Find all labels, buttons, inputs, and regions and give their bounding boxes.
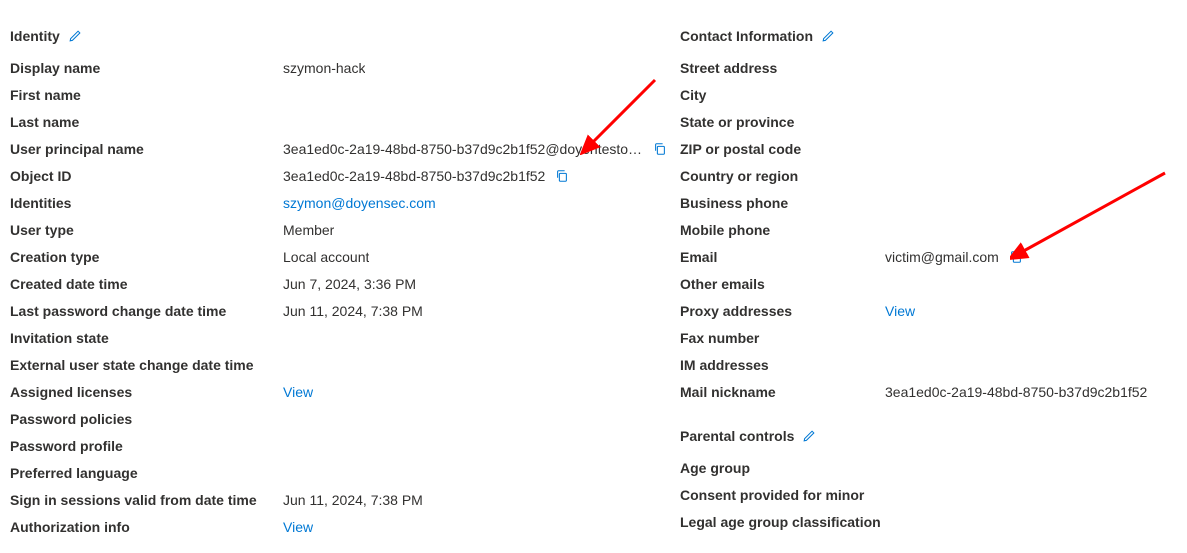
business-phone-row: Business phone bbox=[680, 192, 1180, 219]
contact-header-text: Contact Information bbox=[680, 28, 813, 44]
field-label: Country or region bbox=[680, 168, 885, 184]
field-label: Preferred language bbox=[10, 465, 283, 481]
pencil-icon[interactable] bbox=[68, 29, 82, 43]
zip-row: ZIP or postal code bbox=[680, 138, 1180, 165]
field-value: Jun 7, 2024, 3:36 PM bbox=[283, 276, 416, 292]
field-label: Legal age group classification bbox=[680, 514, 885, 530]
legal-age-group-row: Legal age group classification bbox=[680, 511, 1180, 538]
copy-icon[interactable] bbox=[1009, 250, 1023, 264]
field-label: User type bbox=[10, 222, 283, 238]
field-label: State or province bbox=[680, 114, 885, 130]
age-group-row: Age group bbox=[680, 457, 1180, 484]
field-label: ZIP or postal code bbox=[680, 141, 885, 157]
field-label: Assigned licenses bbox=[10, 384, 283, 400]
view-link[interactable]: View bbox=[885, 303, 915, 319]
field-label: Fax number bbox=[680, 330, 885, 346]
field-label: Consent provided for minor bbox=[680, 487, 885, 503]
field-label: Sign in sessions valid from date time bbox=[10, 492, 283, 508]
field-value: Member bbox=[283, 222, 334, 238]
authorization-info-row: Authorization info View bbox=[10, 516, 680, 543]
preferred-language-row: Preferred language bbox=[10, 462, 680, 489]
view-link[interactable]: View bbox=[283, 519, 313, 535]
field-label: IM addresses bbox=[680, 357, 885, 373]
fax-number-row: Fax number bbox=[680, 327, 1180, 354]
field-label: Password policies bbox=[10, 411, 283, 427]
field-value: Jun 11, 2024, 7:38 PM bbox=[283, 303, 423, 319]
field-value: Local account bbox=[283, 249, 369, 265]
field-label: User principal name bbox=[10, 141, 283, 157]
state-row: State or province bbox=[680, 111, 1180, 138]
mobile-phone-row: Mobile phone bbox=[680, 219, 1180, 246]
external-user-state-row: External user state change date time bbox=[10, 354, 680, 381]
field-value: Jun 11, 2024, 7:38 PM bbox=[283, 492, 423, 508]
created-date-row: Created date time Jun 7, 2024, 3:36 PM bbox=[10, 273, 680, 300]
mail-nickname-row: Mail nickname 3ea1ed0c-2a19-48bd-8750-b3… bbox=[680, 381, 1180, 408]
identity-section-header: Identity bbox=[10, 28, 680, 44]
field-label: Age group bbox=[680, 460, 885, 476]
field-value: victim@gmail.com bbox=[885, 249, 999, 265]
parental-section-header: Parental controls bbox=[680, 428, 1180, 444]
password-policies-row: Password policies bbox=[10, 408, 680, 435]
identities-row: Identities szymon@doyensec.com bbox=[10, 192, 680, 219]
field-label: Identities bbox=[10, 195, 283, 211]
field-label: Business phone bbox=[680, 195, 885, 211]
field-value: 3ea1ed0c-2a19-48bd-8750-b37d9c2b1f52 bbox=[283, 168, 545, 184]
field-label: Other emails bbox=[680, 276, 885, 292]
object-id-row: Object ID 3ea1ed0c-2a19-48bd-8750-b37d9c… bbox=[10, 165, 680, 192]
creation-type-row: Creation type Local account bbox=[10, 246, 680, 273]
assigned-licenses-row: Assigned licenses View bbox=[10, 381, 680, 408]
field-value: 3ea1ed0c-2a19-48bd-8750-b37d9c2b1f52@doy… bbox=[283, 141, 643, 157]
identity-header-text: Identity bbox=[10, 28, 60, 44]
last-password-change-row: Last password change date time Jun 11, 2… bbox=[10, 300, 680, 327]
field-value: szymon-hack bbox=[283, 60, 365, 76]
contact-section-header: Contact Information bbox=[680, 28, 1180, 44]
field-label: External user state change date time bbox=[10, 357, 283, 373]
field-label: Last name bbox=[10, 114, 283, 130]
email-row: Email victim@gmail.com bbox=[680, 246, 1180, 273]
user-type-row: User type Member bbox=[10, 219, 680, 246]
field-label: Password profile bbox=[10, 438, 283, 454]
field-label: Object ID bbox=[10, 168, 283, 184]
user-principal-name-row: User principal name 3ea1ed0c-2a19-48bd-8… bbox=[10, 138, 680, 165]
consent-minor-row: Consent provided for minor bbox=[680, 484, 1180, 511]
field-label: Last password change date time bbox=[10, 303, 283, 319]
field-label: Invitation state bbox=[10, 330, 283, 346]
last-name-row: Last name bbox=[10, 111, 680, 138]
field-label: Proxy addresses bbox=[680, 303, 885, 319]
password-profile-row: Password profile bbox=[10, 435, 680, 462]
country-row: Country or region bbox=[680, 165, 1180, 192]
pencil-icon[interactable] bbox=[802, 429, 816, 443]
city-row: City bbox=[680, 84, 1180, 111]
field-label: Display name bbox=[10, 60, 283, 76]
copy-icon[interactable] bbox=[555, 169, 569, 183]
view-link[interactable]: View bbox=[283, 384, 313, 400]
parental-header-text: Parental controls bbox=[680, 428, 794, 444]
sign-in-sessions-row: Sign in sessions valid from date time Ju… bbox=[10, 489, 680, 516]
copy-icon[interactable] bbox=[653, 142, 667, 156]
pencil-icon[interactable] bbox=[821, 29, 835, 43]
field-label: Created date time bbox=[10, 276, 283, 292]
field-label: Mobile phone bbox=[680, 222, 885, 238]
im-addresses-row: IM addresses bbox=[680, 354, 1180, 381]
other-emails-row: Other emails bbox=[680, 273, 1180, 300]
field-label: Street address bbox=[680, 60, 885, 76]
field-label: Creation type bbox=[10, 249, 283, 265]
field-value: 3ea1ed0c-2a19-48bd-8750-b37d9c2b1f52 bbox=[885, 384, 1147, 400]
field-label: First name bbox=[10, 87, 283, 103]
first-name-row: First name bbox=[10, 84, 680, 111]
identities-link[interactable]: szymon@doyensec.com bbox=[283, 195, 436, 211]
street-address-row: Street address bbox=[680, 57, 1180, 84]
display-name-row: Display name szymon-hack bbox=[10, 57, 680, 84]
invitation-state-row: Invitation state bbox=[10, 327, 680, 354]
field-label: Authorization info bbox=[10, 519, 283, 535]
field-label: Email bbox=[680, 249, 885, 265]
field-label: Mail nickname bbox=[680, 384, 885, 400]
field-label: City bbox=[680, 87, 885, 103]
proxy-addresses-row: Proxy addresses View bbox=[680, 300, 1180, 327]
